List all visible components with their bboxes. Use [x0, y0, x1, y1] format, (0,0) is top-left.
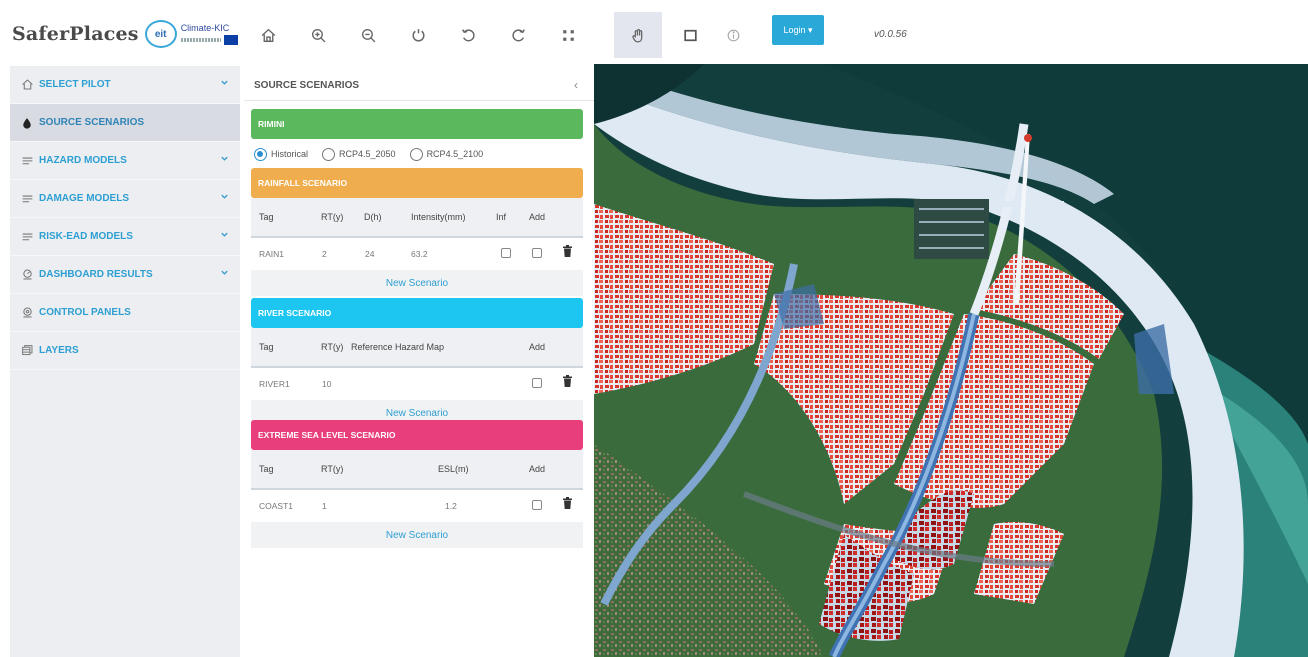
zoom-in-icon	[311, 28, 325, 42]
chevron-down-icon	[220, 192, 230, 202]
full-extent-button[interactable]	[553, 15, 583, 55]
rotate-button[interactable]	[403, 15, 433, 55]
chevron-down-icon	[220, 268, 230, 278]
sidebar-item-select-pilot[interactable]: SELECT PILOT	[10, 66, 240, 104]
divider	[244, 100, 594, 101]
sea-level-scenario-banner: EXTREME SEA LEVEL SCENARIO	[251, 420, 583, 450]
radio-icon	[322, 147, 336, 161]
rainfall-scenario-banner: RAINFALL SCENARIO	[251, 168, 583, 198]
table-row: RIVER1 10	[251, 368, 583, 400]
home-icon	[261, 28, 275, 42]
source-scenarios-panel: SOURCE SCENARIOS ‹ RIMINI Historical RCP…	[244, 66, 594, 657]
climate-kic-logo: Climate-KIC	[180, 23, 238, 45]
sidebar-item-control-panels[interactable]: CONTROL PANELS	[10, 294, 240, 332]
sidebar-item-layers[interactable]: LAYERS	[10, 332, 240, 370]
sidebar-item-label: RISK-EAD MODELS	[39, 231, 133, 242]
climate-kic-text: Climate-KIC	[180, 23, 230, 33]
radio-rcp45-2050[interactable]: RCP4.5_2050	[322, 147, 396, 161]
redo-button[interactable]	[503, 15, 533, 55]
control-icon	[20, 306, 34, 320]
top-toolbar: SaferPlaces eit Climate-KIC Login ▾ v0.0…	[0, 0, 1308, 64]
pilot-banner: RIMINI	[251, 109, 583, 139]
select-box-icon	[683, 29, 697, 41]
table-row: COAST1 1 1.2	[251, 490, 583, 522]
chevron-down-icon	[220, 154, 230, 164]
map-view[interactable]	[594, 64, 1308, 657]
table-header: Tag RT(y) D(h) Intensity(mm) Inf Add	[251, 198, 583, 236]
home-button[interactable]	[253, 15, 283, 55]
sidebar-item-label: SELECT PILOT	[39, 79, 111, 90]
zoom-out-icon	[361, 28, 375, 42]
table-header: Tag RT(y) ESL(m) Add	[251, 450, 583, 488]
undo-button[interactable]	[453, 15, 483, 55]
sidebar-item-damage-models[interactable]: DAMAGE MODELS	[10, 180, 240, 218]
radio-rcp45-2100[interactable]: RCP4.5_2100	[409, 147, 483, 161]
climate-scenario-options: Historical RCP4.5_2050 RCP4.5_2100	[254, 146, 497, 162]
sidebar-item-risk-ead-models[interactable]: RISK-EAD MODELS	[10, 218, 240, 256]
undo-icon	[461, 28, 475, 41]
drop-icon	[20, 116, 34, 130]
brand: SaferPlaces eit Climate-KIC	[12, 16, 238, 52]
radio-selected-icon	[254, 147, 267, 161]
redo-icon	[511, 28, 525, 41]
satellite-flood-map	[594, 64, 1308, 657]
sidebar-item-label: HAZARD MODELS	[39, 155, 127, 166]
sidebar-item-dashboard-results[interactable]: DASHBOARD RESULTS	[10, 256, 240, 294]
table-header: Tag RT(y) Reference Hazard Map Add	[251, 328, 583, 366]
home-icon	[20, 78, 34, 92]
login-button[interactable]: Login ▾	[772, 15, 824, 45]
sidebar-item-label: DAMAGE MODELS	[39, 193, 129, 204]
zoom-in-button[interactable]	[303, 15, 333, 55]
radio-icon	[409, 147, 423, 161]
trash-icon[interactable]	[563, 245, 572, 257]
new-rainfall-scenario-button[interactable]: New Scenario	[251, 270, 583, 296]
river-scenario-table: Tag RT(y) Reference Hazard Map Add RIVER…	[251, 328, 583, 426]
sea-level-scenario-table: Tag RT(y) ESL(m) Add COAST1 1 1.2 New Sc…	[251, 450, 583, 548]
rotate-icon	[411, 28, 425, 42]
river-scenario-banner: RIVER SCENARIO	[251, 298, 583, 328]
inf-checkbox[interactable]	[501, 248, 511, 258]
sidebar-item-label: SOURCE SCENARIOS	[39, 117, 145, 128]
version-label: v0.0.56	[874, 29, 907, 40]
waves-icon	[20, 154, 34, 168]
sidebar-item-hazard-models[interactable]: HAZARD MODELS	[10, 142, 240, 180]
select-box-button[interactable]	[675, 15, 705, 55]
panel-title: SOURCE SCENARIOS	[254, 80, 360, 91]
table-row: RAIN1 2 24 63.2	[251, 238, 583, 270]
rainfall-scenario-table: Tag RT(y) D(h) Intensity(mm) Inf Add RAI…	[251, 198, 583, 296]
collapse-panel-button[interactable]: ‹	[574, 78, 578, 92]
chevron-down-icon	[220, 78, 230, 88]
partner-subtitle-mark	[180, 38, 221, 42]
sidebar-item-source-scenarios[interactable]: SOURCE SCENARIOS	[10, 104, 240, 142]
zoom-out-button[interactable]	[353, 15, 383, 55]
sidebar-item-label: DASHBOARD RESULTS	[39, 269, 153, 280]
trash-icon[interactable]	[563, 497, 572, 509]
layers-icon	[20, 344, 34, 358]
dashboard-icon	[20, 268, 34, 282]
eit-logo: eit	[144, 20, 177, 48]
waves-icon	[20, 230, 34, 244]
add-checkbox[interactable]	[532, 378, 542, 388]
info-icon	[727, 29, 739, 41]
radio-historical[interactable]: Historical	[254, 147, 308, 161]
info-button[interactable]	[718, 15, 748, 55]
extent-icon	[562, 29, 574, 41]
add-checkbox[interactable]	[532, 248, 542, 258]
eu-flag-icon	[223, 35, 238, 45]
waves-icon	[20, 192, 34, 206]
pan-button[interactable]	[614, 12, 662, 58]
sidebar-item-label: LAYERS	[39, 345, 79, 356]
chevron-down-icon	[220, 230, 230, 240]
pan-hand-icon	[631, 28, 642, 43]
trash-icon[interactable]	[563, 375, 572, 387]
sidebar: SELECT PILOT SOURCE SCENARIOS HAZARD MOD…	[10, 66, 240, 657]
add-checkbox[interactable]	[532, 500, 542, 510]
sidebar-item-label: CONTROL PANELS	[39, 307, 131, 318]
new-sea-level-scenario-button[interactable]: New Scenario	[251, 522, 583, 548]
brand-name: SaferPlaces	[12, 23, 139, 45]
